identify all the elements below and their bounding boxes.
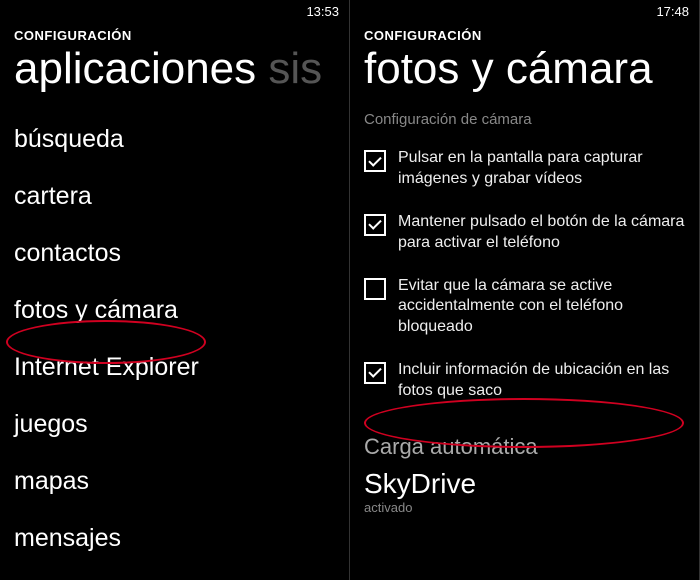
section-label-autoload: Carga automática <box>350 416 699 464</box>
pivot-active: aplicaciones <box>14 44 256 93</box>
skydrive-row[interactable]: SkyDrive <box>350 464 699 500</box>
list-item-juegos[interactable]: juegos <box>14 396 335 453</box>
skydrive-state: activado <box>350 500 699 515</box>
status-bar: 17:48 <box>350 0 699 22</box>
page-header: CONFIGURACIÓN fotos y cámara <box>350 22 699 93</box>
apps-list: búsqueda cartera contactos fotos y cámar… <box>0 93 349 567</box>
section-label-camera: Configuración de cámara <box>350 93 699 140</box>
clock: 13:53 <box>306 4 339 19</box>
pivot-next: sis <box>256 44 322 93</box>
option-label: Incluir información de ubicación en las … <box>398 360 685 402</box>
breadcrumb: CONFIGURACIÓN <box>364 28 685 43</box>
list-item-mapas[interactable]: mapas <box>14 453 335 510</box>
clock: 17:48 <box>656 4 689 19</box>
list-item-busqueda[interactable]: búsqueda <box>14 111 335 168</box>
checkbox-icon <box>364 362 386 384</box>
checkbox-icon <box>364 150 386 172</box>
list-item-internet-explorer[interactable]: Internet Explorer <box>14 339 335 396</box>
option-prevent-accidental[interactable]: Evitar que la cámara se active accidenta… <box>350 268 699 352</box>
checkbox-icon <box>364 278 386 300</box>
checkbox-icon <box>364 214 386 236</box>
option-label: Pulsar en la pantalla para capturar imág… <box>398 148 685 190</box>
option-tap-capture[interactable]: Pulsar en la pantalla para capturar imág… <box>350 140 699 204</box>
option-hold-wake[interactable]: Mantener pulsado el botón de la cámara p… <box>350 204 699 268</box>
list-item-fotos-camara[interactable]: fotos y cámara <box>14 282 335 339</box>
screen-settings-apps: 13:53 CONFIGURACIÓN aplicaciones sis bús… <box>0 0 350 580</box>
list-item-cartera[interactable]: cartera <box>14 168 335 225</box>
list-item-contactos[interactable]: contactos <box>14 225 335 282</box>
option-label: Mantener pulsado el botón de la cámara p… <box>398 212 685 254</box>
option-label: Evitar que la cámara se active accidenta… <box>398 276 685 338</box>
page-title: fotos y cámara <box>364 45 685 93</box>
pivot[interactable]: aplicaciones sis <box>14 45 335 93</box>
page-header: CONFIGURACIÓN aplicaciones sis <box>0 22 349 93</box>
status-bar: 13:53 <box>0 0 349 22</box>
option-include-location[interactable]: Incluir información de ubicación en las … <box>350 352 699 416</box>
list-item-mensajes[interactable]: mensajes <box>14 510 335 567</box>
screen-fotos-camara: 17:48 CONFIGURACIÓN fotos y cámara Confi… <box>350 0 700 580</box>
breadcrumb: CONFIGURACIÓN <box>14 28 335 43</box>
